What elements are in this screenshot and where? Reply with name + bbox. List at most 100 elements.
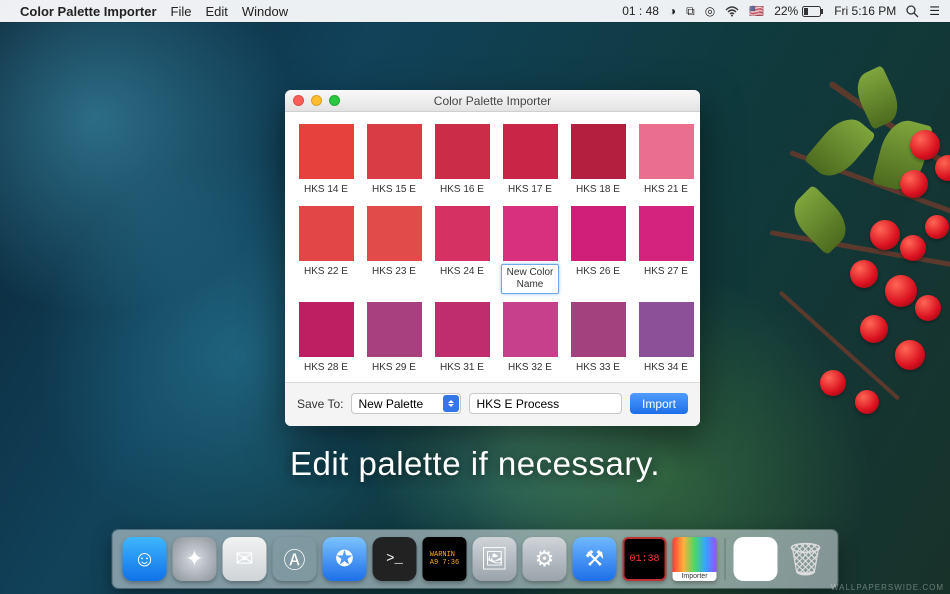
swatch-label[interactable]: HKS 33 E bbox=[569, 360, 627, 376]
swatch-chip[interactable] bbox=[435, 206, 490, 261]
swatch[interactable]: HKS 23 E bbox=[365, 206, 423, 294]
swatch-chip[interactable] bbox=[299, 124, 354, 179]
menu-edit[interactable]: Edit bbox=[205, 4, 227, 19]
swatch[interactable]: HKS 28 E bbox=[297, 302, 355, 376]
app-menu[interactable]: Color Palette Importer bbox=[20, 4, 157, 19]
swatch-label[interactable]: HKS 17 E bbox=[501, 182, 559, 198]
window-minimize-button[interactable] bbox=[311, 95, 322, 106]
swatch-label[interactable]: HKS 31 E bbox=[433, 360, 491, 376]
swatch-label[interactable]: HKS 24 E bbox=[433, 264, 491, 280]
swatch-label[interactable]: HKS 27 E bbox=[637, 264, 695, 280]
swatch[interactable]: HKS 21 E bbox=[637, 124, 695, 198]
swatch-label[interactable]: HKS 18 E bbox=[569, 182, 627, 198]
menubar-clock-right[interactable]: Fri 5:16 PM bbox=[834, 4, 896, 18]
swatch-label[interactable]: HKS 32 E bbox=[501, 360, 559, 376]
swatch-chip[interactable] bbox=[503, 206, 558, 261]
swatch-label[interactable]: HKS 14 E bbox=[297, 182, 355, 198]
swatch-chip[interactable] bbox=[503, 302, 558, 357]
palette-name-field[interactable]: HKS E Process bbox=[469, 393, 622, 414]
dock-icon-finder[interactable]: ☺ bbox=[123, 537, 167, 581]
swatch-chip[interactable] bbox=[299, 302, 354, 357]
swatch-chip[interactable] bbox=[639, 124, 694, 179]
dock-icon-console[interactable]: WARNINA9 7:36 bbox=[423, 537, 467, 581]
swatch-chip[interactable] bbox=[435, 302, 490, 357]
swatch-name-input[interactable]: New Color Name bbox=[501, 264, 559, 294]
swatch-chip[interactable] bbox=[639, 302, 694, 357]
swatch[interactable]: HKS 15 E bbox=[365, 124, 423, 198]
notification-center-icon[interactable]: ☰ bbox=[929, 4, 940, 18]
window-titlebar[interactable]: Color Palette Importer bbox=[285, 90, 700, 112]
swatch[interactable]: HKS 24 E bbox=[433, 206, 491, 294]
swatch-chip[interactable] bbox=[571, 206, 626, 261]
save-to-value: New Palette bbox=[358, 397, 423, 411]
dock-icon-appstore[interactable]: Ⓐ bbox=[273, 537, 317, 581]
swatch[interactable]: HKS 16 E bbox=[433, 124, 491, 198]
dock-icon-xcode[interactable]: ⚒ bbox=[573, 537, 617, 581]
swatch[interactable]: HKS 26 E bbox=[569, 206, 627, 294]
swatch-chip[interactable] bbox=[367, 124, 422, 179]
importer-window: Color Palette Importer HKS 14 EHKS 15 EH… bbox=[285, 90, 700, 426]
swatch-chip[interactable] bbox=[367, 206, 422, 261]
spotlight-icon[interactable] bbox=[906, 5, 919, 18]
battery-status[interactable]: 22% bbox=[774, 4, 824, 18]
wallpaper-watermark: WALLPAPERSWIDE.COM bbox=[831, 583, 944, 592]
window-title: Color Palette Importer bbox=[434, 94, 551, 108]
swatch-label[interactable]: HKS 16 E bbox=[433, 182, 491, 198]
swatch-chip[interactable] bbox=[639, 206, 694, 261]
import-button[interactable]: Import bbox=[630, 393, 688, 414]
window-zoom-button[interactable] bbox=[329, 95, 340, 106]
swatch-label[interactable]: HKS 22 E bbox=[297, 264, 355, 280]
swatch-chip[interactable] bbox=[571, 302, 626, 357]
battery-percent: 22% bbox=[774, 4, 798, 18]
swatch-grid: HKS 14 E HKS 15 E HKS 16 E HKS 17 E HKS 18 E… bbox=[285, 112, 700, 382]
flag-icon[interactable]: 🇺🇸 bbox=[749, 4, 764, 18]
swatch-label[interactable]: HKS 34 E bbox=[637, 360, 695, 376]
swatch[interactable]: HKS 14 E bbox=[297, 124, 355, 198]
wifi-icon[interactable] bbox=[725, 6, 739, 17]
dock: ☺✦✉Ⓐ✪>_WARNINA9 7:36🖼⚙⚒01:38Importer □🗑 bbox=[113, 530, 838, 588]
menu-window[interactable]: Window bbox=[242, 4, 288, 19]
swatch-chip[interactable] bbox=[571, 124, 626, 179]
window-close-button[interactable] bbox=[293, 95, 304, 106]
swatch-label[interactable]: HKS 15 E bbox=[365, 182, 423, 198]
swatch[interactable]: HKS 27 E bbox=[637, 206, 695, 294]
swatch-chip[interactable] bbox=[503, 124, 558, 179]
swatch-label[interactable]: HKS 26 E bbox=[569, 264, 627, 280]
swatch-label[interactable]: HKS 28 E bbox=[297, 360, 355, 376]
swatch-chip[interactable] bbox=[367, 302, 422, 357]
swatch-chip[interactable] bbox=[435, 124, 490, 179]
dock-icon-importer[interactable]: Importer bbox=[673, 537, 717, 581]
dock-icon-automator[interactable]: ⚙ bbox=[523, 537, 567, 581]
dock-icon-trash[interactable]: 🗑 bbox=[784, 537, 828, 581]
swatch-chip[interactable] bbox=[299, 206, 354, 261]
swatch[interactable]: HKS 31 E bbox=[433, 302, 491, 376]
dock-icon-appbox[interactable]: □ bbox=[734, 537, 778, 581]
swatch-label[interactable]: HKS 21 E bbox=[637, 182, 695, 198]
save-to-label: Save To: bbox=[297, 397, 343, 411]
status-icon-1[interactable]: ◑ bbox=[669, 4, 676, 18]
dropbox-icon[interactable]: ⧉ bbox=[686, 4, 695, 19]
swatch[interactable]: HKS 17 E bbox=[501, 124, 559, 198]
swatch-label[interactable]: HKS 29 E bbox=[365, 360, 423, 376]
dock-icon-launchpad[interactable]: ✦ bbox=[173, 537, 217, 581]
swatch[interactable]: HKS 33 E bbox=[569, 302, 627, 376]
swatch[interactable]: New Color Name bbox=[501, 206, 559, 294]
swatch[interactable]: HKS 22 E bbox=[297, 206, 355, 294]
dock-icon-clock[interactable]: 01:38 bbox=[623, 537, 667, 581]
dock-separator bbox=[725, 538, 726, 580]
dock-icon-safari[interactable]: ✪ bbox=[323, 537, 367, 581]
sync-icon[interactable]: ◎ bbox=[705, 4, 715, 18]
dock-icon-preview[interactable]: 🖼 bbox=[473, 537, 517, 581]
swatch[interactable]: HKS 18 E bbox=[569, 124, 627, 198]
menubar-clock-left[interactable]: 01 : 48 bbox=[622, 4, 659, 18]
menu-file[interactable]: File bbox=[171, 4, 192, 19]
swatch[interactable]: HKS 34 E bbox=[637, 302, 695, 376]
bottom-bar: Save To: New Palette HKS E Process Impor… bbox=[285, 382, 700, 426]
dock-icon-mail[interactable]: ✉ bbox=[223, 537, 267, 581]
save-to-select[interactable]: New Palette bbox=[351, 393, 461, 414]
swatch[interactable]: HKS 29 E bbox=[365, 302, 423, 376]
overlay-caption: Edit palette if necessary. bbox=[0, 445, 950, 483]
swatch[interactable]: HKS 32 E bbox=[501, 302, 559, 376]
dock-icon-terminal[interactable]: >_ bbox=[373, 537, 417, 581]
swatch-label[interactable]: HKS 23 E bbox=[365, 264, 423, 280]
